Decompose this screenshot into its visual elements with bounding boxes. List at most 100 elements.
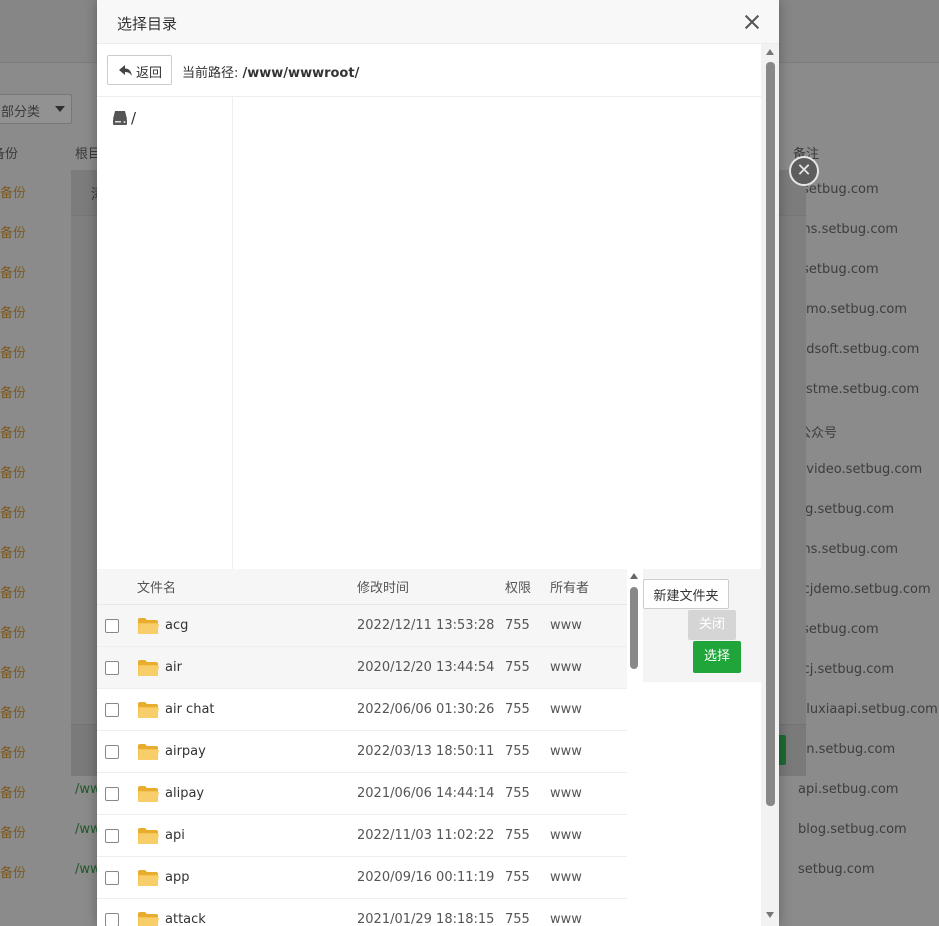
column-header-perm[interactable]: 权限: [505, 577, 531, 596]
row-checkbox[interactable]: [105, 871, 119, 885]
background-backup-cell: 备份: [0, 706, 27, 721]
back-arrow-icon: [119, 65, 132, 76]
background-remark-cell: pvideo.setbug.com: [798, 462, 923, 477]
background-backup-cell: 备份: [0, 546, 27, 561]
row-checkbox[interactable]: [105, 661, 119, 675]
table-row[interactable]: alipay 2021/06/06 14:44:14 755 www: [97, 773, 627, 815]
background-remark-cell: api.setbug.com: [798, 782, 899, 797]
background-remark-cell: emo.setbug.com: [798, 302, 908, 317]
current-path-value: /www/wwwroot/: [242, 66, 360, 81]
folder-icon: [137, 701, 159, 723]
file-mtime: 2021/01/29 18:18:15: [357, 912, 495, 926]
close-button[interactable]: 关闭: [688, 610, 736, 640]
background-remark-cell: dn.setbug.com: [798, 742, 896, 757]
file-name[interactable]: api: [165, 828, 185, 843]
file-list-scrollbar[interactable]: [627, 569, 641, 926]
table-row[interactable]: acg 2022/12/11 13:53:28 755 www: [97, 605, 627, 647]
scroll-up-icon[interactable]: [766, 49, 774, 55]
column-header-mtime[interactable]: 修改时间: [357, 577, 409, 596]
background-backup-cell: 备份: [0, 226, 27, 241]
back-button[interactable]: 返回: [107, 55, 172, 85]
folder-icon: [137, 743, 159, 765]
table-row[interactable]: app 2020/09/16 00:11:19 755 www: [97, 857, 627, 899]
file-perm: 755: [505, 912, 530, 926]
row-checkbox[interactable]: [105, 787, 119, 801]
table-row[interactable]: api 2022/11/03 11:02:22 755 www: [97, 815, 627, 857]
row-checkbox[interactable]: [105, 745, 119, 759]
modal-scrollbar[interactable]: [761, 44, 779, 926]
background-backup-cell: 备份: [0, 466, 27, 481]
scrollbar-thumb[interactable]: [630, 587, 638, 669]
file-name[interactable]: air chat: [165, 702, 215, 717]
column-header-backup: 备份: [0, 147, 19, 162]
scroll-up-icon[interactable]: [630, 573, 638, 579]
folder-icon: [137, 659, 159, 681]
modal-title: 选择目录: [117, 15, 178, 33]
file-mtime: 2022/03/13 18:50:11: [357, 744, 495, 759]
close-icon[interactable]: [742, 12, 762, 32]
background-backup-cell: 备份: [0, 386, 27, 401]
file-perm: 755: [505, 660, 530, 675]
row-checkbox[interactable]: [105, 913, 119, 926]
background-backup-cell: 备份: [0, 746, 27, 761]
scrollbar-thumb[interactable]: [766, 62, 775, 806]
tree-item-label: /: [131, 109, 137, 127]
select-directory-modal: 选择目录 返回 当前路径: /www/wwwroot/ / 文件名 修改时间 权…: [97, 0, 779, 926]
row-checkbox[interactable]: [105, 703, 119, 717]
background-backup-cell: 备份: [0, 306, 27, 321]
background-remark-cell: ms.setbug.com: [798, 222, 899, 237]
background-backup-cell: 备份: [0, 866, 27, 881]
category-select[interactable]: 部分类: [0, 94, 72, 124]
file-perm: 755: [505, 702, 530, 717]
current-path: 当前路径: /www/wwwroot/: [182, 62, 359, 81]
background-backup-cell: 备份: [0, 186, 27, 201]
file-name[interactable]: air: [165, 660, 182, 675]
background-backup-cell: 备份: [0, 786, 27, 801]
current-path-label: 当前路径:: [182, 66, 239, 81]
column-header-owner[interactable]: 所有者: [550, 577, 589, 596]
chevron-down-icon: [55, 106, 65, 112]
new-folder-button[interactable]: 新建文件夹: [643, 579, 729, 609]
back-button-label: 返回: [136, 66, 163, 81]
background-remark-cell: fcj.setbug.com: [798, 662, 894, 677]
background-remark-cell: ms.setbug.com: [798, 542, 899, 557]
file-owner: www: [550, 828, 582, 843]
background-remark-cell: .setbug.com: [798, 262, 879, 277]
background-backup-cell: 备份: [0, 266, 27, 281]
action-panel: 新建文件夹 关闭 选择: [643, 569, 761, 682]
column-header-name[interactable]: 文件名: [137, 577, 176, 596]
background-backup-cell: 备份: [0, 626, 27, 641]
hard-drive-icon: [113, 111, 127, 125]
table-row[interactable]: airpay 2022/03/13 18:50:11 755 www: [97, 731, 627, 773]
row-checkbox[interactable]: [105, 829, 119, 843]
file-owner: www: [550, 618, 582, 633]
background-remark-cell: fcjdemo.setbug.com: [798, 582, 931, 597]
folder-icon: [137, 827, 159, 849]
file-owner: www: [550, 702, 582, 717]
table-row[interactable]: air 2020/12/20 13:44:54 755 www: [97, 647, 627, 689]
file-mtime: 2020/12/20 13:44:54: [357, 660, 495, 675]
file-name[interactable]: alipay: [165, 786, 204, 801]
file-name[interactable]: attack: [165, 912, 206, 926]
folder-icon: [137, 785, 159, 807]
scroll-down-icon[interactable]: [766, 912, 774, 918]
file-name[interactable]: airpay: [165, 744, 206, 759]
background-remark-cell: .setbug.com: [798, 622, 879, 637]
file-perm: 755: [505, 870, 530, 885]
file-name[interactable]: acg: [165, 618, 188, 633]
background-backup-cell: 备份: [0, 586, 27, 601]
table-row[interactable]: attack 2021/01/29 18:18:15 755 www: [97, 899, 627, 926]
row-checkbox[interactable]: [105, 619, 119, 633]
file-name[interactable]: app: [165, 870, 189, 885]
file-perm: 755: [505, 786, 530, 801]
file-owner: www: [550, 786, 582, 801]
path-toolbar: 返回 当前路径: /www/wwwroot/: [97, 44, 761, 97]
background-remark-cell: uluxiaapi.setbug.com: [798, 702, 938, 717]
file-owner: www: [550, 912, 582, 926]
table-row[interactable]: air chat 2022/06/06 01:30:26 755 www: [97, 689, 627, 731]
folder-icon: [137, 617, 159, 639]
background-dialog-close-icon[interactable]: ✕: [789, 156, 819, 186]
file-mtime: 2022/11/03 11:02:22: [357, 828, 495, 843]
file-list-header: 文件名 修改时间 权限 所有者: [97, 569, 627, 605]
select-button[interactable]: 选择: [693, 641, 741, 673]
